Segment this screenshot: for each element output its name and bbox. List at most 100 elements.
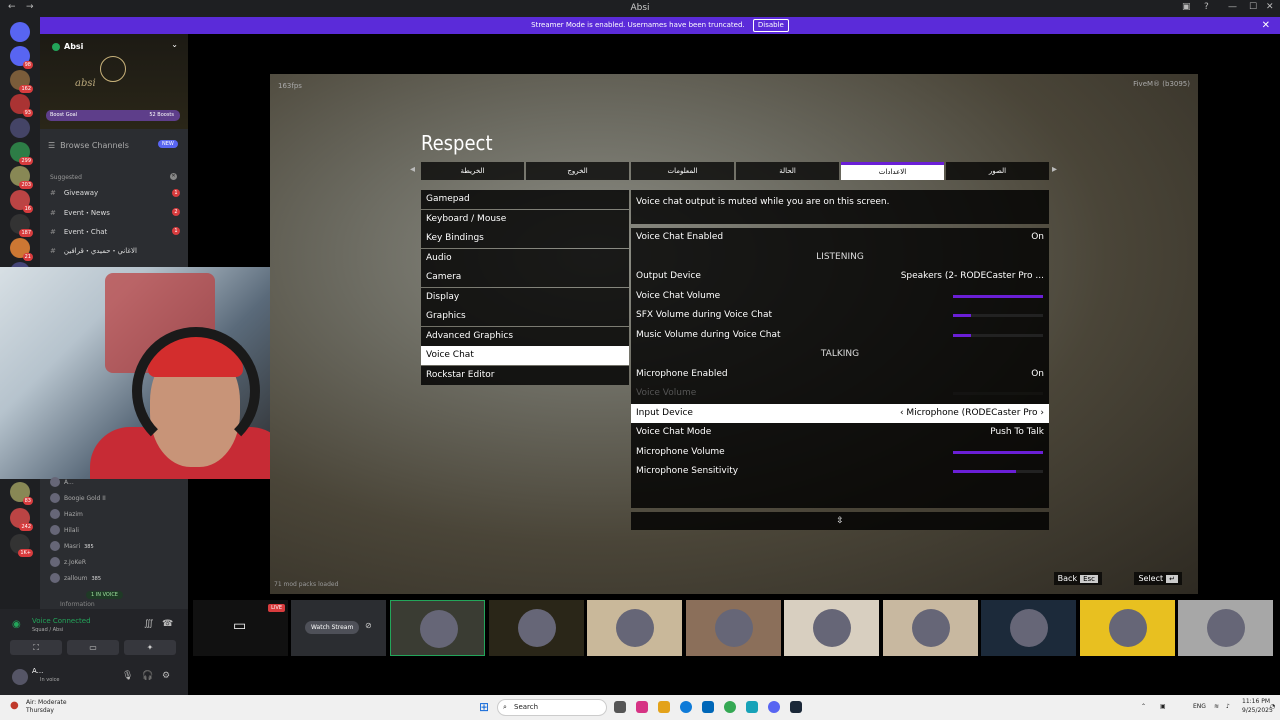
server-icon[interactable]: 162	[10, 70, 33, 93]
setting-row[interactable]: Voice Chat Enabled On	[631, 228, 1049, 248]
settings-icon[interactable]: ⚙	[162, 671, 170, 681]
volume-slider[interactable]	[953, 333, 1043, 337]
server-icon[interactable]	[10, 118, 30, 138]
list-item[interactable]: Hilali	[50, 525, 79, 535]
server-icon[interactable]: 203	[10, 166, 33, 189]
select-hint[interactable]: Select ↵	[1134, 572, 1182, 585]
notification-icon[interactable]: ◔	[1270, 703, 1275, 710]
noise-suppression-icon[interactable]: ∭	[144, 619, 154, 629]
category-item[interactable]: Advanced Graphics	[421, 326, 629, 346]
category-item[interactable]: Rockstar Editor	[421, 365, 629, 385]
channel-item[interactable]: # الاغاني・حميدي・قرافين	[50, 246, 180, 256]
avatar[interactable]	[12, 669, 28, 685]
tab-2[interactable]: المعلومات	[631, 162, 734, 180]
discord-icon[interactable]	[768, 701, 780, 713]
scroll-arrows-icon[interactable]: ⇳	[631, 512, 1049, 530]
setting-row[interactable]: Microphone Volume	[631, 443, 1049, 463]
voice-status[interactable]: Voice Connected	[32, 617, 91, 625]
banner-close-icon[interactable]: ✕	[1262, 17, 1270, 34]
category-item[interactable]: Display	[421, 287, 629, 307]
list-item[interactable]: zalloum 385	[50, 573, 101, 583]
server-icon[interactable]: 16	[10, 190, 33, 213]
volume-icon[interactable]: ♪	[1226, 703, 1230, 710]
server-icon[interactable]: 187	[10, 214, 33, 237]
server-icon[interactable]: 1K+	[10, 534, 33, 557]
tray-chevron-icon[interactable]: ⌃	[1141, 703, 1146, 710]
category-item[interactable]: Key Bindings	[421, 229, 629, 248]
clock-time[interactable]: 11:16 PM	[1242, 698, 1270, 705]
start-icon[interactable]: ⊞	[479, 700, 489, 714]
list-item[interactable]: Masri 385	[50, 541, 94, 551]
headphones-icon[interactable]: 🎧	[142, 671, 153, 681]
language-indicator[interactable]: ENG	[1193, 703, 1206, 710]
popout-icon[interactable]: ⊘	[365, 621, 372, 630]
volume-slider[interactable]	[953, 450, 1043, 454]
folder-icon[interactable]	[658, 701, 670, 713]
server-icon[interactable]: 83	[10, 482, 33, 505]
setting-row[interactable]: Voice Chat Volume	[631, 287, 1049, 307]
steam-icon[interactable]	[790, 701, 802, 713]
tab-0[interactable]: الخريطة	[421, 162, 524, 180]
chrome-icon[interactable]	[724, 701, 736, 713]
participant-tile[interactable]	[981, 600, 1076, 656]
setting-row[interactable]: Input Device ‹ Microphone (RODECaster Pro…	[631, 403, 1049, 424]
participant-tile[interactable]	[882, 600, 978, 656]
list-item[interactable]: Boogie Gold II	[50, 493, 106, 503]
tab-5[interactable]: الصور	[946, 162, 1049, 180]
boost-goal-bar[interactable]: Boost Goal 52 Boosts	[46, 110, 180, 121]
disconnect-icon[interactable]: ☎	[162, 619, 173, 629]
weather-widget[interactable]: Air: Moderate Thursday	[26, 699, 67, 715]
server-icon[interactable]: 98	[10, 46, 33, 69]
clock-date[interactable]: 9/25/2025	[1242, 707, 1273, 714]
server-header[interactable]: Absi ⌄ absi Boost Goal 52 Boosts	[40, 34, 188, 129]
camera-button[interactable]: ⛶	[10, 640, 62, 655]
copilot-icon[interactable]	[636, 701, 648, 713]
tab-1[interactable]: الخروج	[526, 162, 629, 180]
activities-button[interactable]: ✦	[124, 640, 176, 655]
help-icon[interactable]: ?	[1204, 2, 1209, 12]
server-icon[interactable]: 21	[10, 238, 33, 261]
information-channel[interactable]: Information	[60, 601, 95, 608]
category-item[interactable]: Keyboard / Mouse	[421, 209, 629, 229]
participant-tile[interactable]	[1079, 600, 1175, 656]
participant-tile[interactable]	[1178, 600, 1273, 656]
wifi-icon[interactable]: ≋	[1214, 703, 1219, 710]
minimize-button[interactable]: —	[1228, 2, 1237, 12]
participant-tile[interactable]	[488, 600, 584, 656]
taskbar-search[interactable]: ⌕ Search	[497, 699, 607, 716]
channel-item[interactable]: # Event・News 2	[50, 208, 180, 218]
voice-channel[interactable]: Squad / Absi	[32, 627, 63, 633]
volume-slider[interactable]	[953, 294, 1043, 298]
volume-slider[interactable]	[953, 470, 1043, 473]
list-item[interactable]: A...	[50, 477, 74, 487]
tab-3[interactable]: الحالة	[736, 162, 839, 180]
watch-stream-button[interactable]: Watch Stream	[305, 621, 360, 634]
setting-row[interactable]: SFX Volume during Voice Chat	[631, 306, 1049, 326]
close-button[interactable]: ✕	[1266, 2, 1274, 12]
setting-row[interactable]: Output Device Speakers (2- RODECaster Pro…	[631, 267, 1049, 287]
participant-tile[interactable]	[587, 600, 682, 656]
tab-right-icon[interactable]: ▸	[1052, 164, 1057, 175]
participant-tile[interactable]	[685, 600, 781, 656]
category-item[interactable]: Gamepad	[421, 190, 629, 209]
category-item[interactable]: Voice Chat	[421, 346, 629, 365]
participant-tile[interactable]	[784, 600, 879, 656]
setting-row[interactable]: Voice Volume	[631, 384, 1049, 404]
setting-row[interactable]: Voice Chat Mode Push To Talk	[631, 423, 1049, 443]
chevron-down-icon[interactable]: ⌄	[171, 40, 178, 49]
participant-tile[interactable]	[390, 600, 485, 656]
category-item[interactable]: Graphics	[421, 307, 629, 326]
setting-value[interactable]: ‹ Microphone (RODECaster Pro ›	[900, 404, 1044, 424]
discord-home-icon[interactable]	[10, 22, 30, 42]
back-hint[interactable]: Back Esc	[1053, 572, 1102, 585]
setting-row[interactable]: Microphone Enabled On	[631, 365, 1049, 385]
screen-share-button[interactable]: ▭	[67, 640, 119, 655]
server-icon[interactable]: 93	[10, 94, 33, 117]
maximize-button[interactable]: ☐	[1249, 2, 1257, 12]
setting-row[interactable]: Music Volume during Voice Chat	[631, 326, 1049, 346]
channel-item[interactable]: # Event・Chat 1	[50, 227, 180, 237]
list-item[interactable]: Hazim	[50, 509, 83, 519]
volume-slider[interactable]	[953, 392, 1043, 395]
category-item[interactable]: Camera	[421, 268, 629, 287]
microphone-icon[interactable]: 🎙	[122, 671, 133, 681]
